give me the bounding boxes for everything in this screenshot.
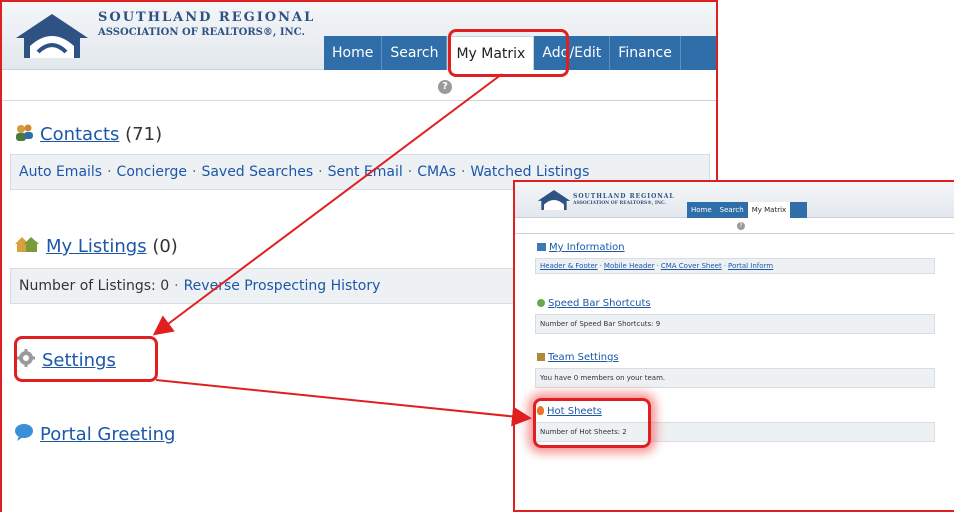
portal-greeting-title: Portal Greeting — [14, 422, 175, 445]
team-settings-title: Team Settings — [537, 352, 619, 363]
my-matrix-highlight — [448, 29, 569, 77]
separator: · — [599, 262, 602, 270]
separator: · — [723, 262, 726, 270]
mobile-header-link[interactable]: Mobile Header — [604, 262, 655, 270]
watched-listings-link[interactable]: Watched Listings — [470, 164, 589, 180]
my-listings-title: My Listings (0) — [14, 234, 178, 257]
reverse-prospecting-link[interactable]: Reverse Prospecting History — [184, 278, 381, 294]
inset-nav-search[interactable]: Search — [716, 202, 748, 218]
speed-bar-count: Number of Speed Bar Shortcuts: 9 — [540, 320, 661, 328]
separator: · — [460, 164, 466, 180]
separator: · — [656, 262, 659, 270]
speed-bar-title: Speed Bar Shortcuts — [537, 298, 651, 309]
hot-sheets-highlight — [533, 398, 651, 448]
contacts-count: (71) — [125, 124, 163, 145]
inset-nav-home[interactable]: Home — [687, 202, 716, 218]
sub-toolbar — [2, 71, 716, 101]
speed-bar-bar: Number of Speed Bar Shortcuts: 9 — [535, 314, 935, 334]
auto-emails-link[interactable]: Auto Emails — [19, 164, 102, 180]
separator: · — [191, 164, 197, 180]
my-listings-count: (0) — [152, 236, 178, 257]
my-information-link[interactable]: My Information — [549, 242, 625, 253]
separator: · — [107, 164, 112, 180]
nav-home[interactable]: Home — [324, 36, 383, 70]
logo-line2: ASSOCIATION OF REALTORS®, INC. — [98, 27, 305, 38]
my-information-icon — [537, 243, 546, 251]
sent-email-link[interactable]: Sent Email — [328, 164, 403, 180]
inset-nav-my-matrix[interactable]: My Matrix — [747, 202, 791, 218]
contacts-title: Contacts (71) — [14, 122, 162, 145]
speed-bar-link[interactable]: Speed Bar Shortcuts — [548, 298, 651, 309]
separator: · — [174, 278, 179, 294]
speed-bar-icon — [537, 299, 545, 307]
inset-divider — [515, 233, 954, 234]
inset-screenshot-panel: SOUTHLAND REGIONAL ASSOCIATION OF REALTO… — [513, 180, 954, 512]
inset-house-logo-icon — [537, 190, 571, 210]
my-information-title: My Information — [537, 242, 625, 253]
team-settings-icon — [537, 353, 545, 361]
separator: · — [407, 164, 413, 180]
divider — [458, 100, 716, 101]
my-listings-icon — [15, 237, 39, 252]
house-logo-icon — [16, 14, 88, 58]
logo-line1: SOUTHLAND REGIONAL — [98, 10, 316, 25]
header-bar: SOUTHLAND REGIONAL ASSOCIATION OF REALTO… — [2, 2, 716, 70]
contacts-icon — [16, 124, 33, 141]
separator: · — [318, 164, 323, 180]
cma-cover-sheet-link[interactable]: CMA Cover Sheet — [661, 262, 722, 270]
number-of-listings: Number of Listings: 0 — [19, 278, 170, 294]
inset-header: SOUTHLAND REGIONAL ASSOCIATION OF REALTO… — [515, 182, 954, 218]
my-listings-bar: Number of Listings: 0 · Reverse Prospecti… — [10, 268, 514, 304]
inset-logo-line1: SOUTHLAND REGIONAL — [573, 193, 675, 200]
concierge-link[interactable]: Concierge — [117, 164, 187, 180]
settings-highlight — [14, 336, 158, 382]
my-listings-link[interactable]: My Listings — [46, 236, 147, 257]
inset-help-icon[interactable]: ? — [737, 222, 745, 230]
team-members-count: You have 0 members on your team. — [540, 374, 666, 382]
nav-search[interactable]: Search — [382, 36, 448, 70]
portal-information-link[interactable]: Portal Inform — [728, 262, 773, 270]
my-information-bar: Header & Footer · Mobile Header · CMA Cove… — [535, 258, 935, 274]
help-icon[interactable]: ? — [438, 80, 452, 94]
team-settings-bar: You have 0 members on your team. — [535, 368, 935, 388]
saved-searches-link[interactable]: Saved Searches — [201, 164, 313, 180]
cmas-link[interactable]: CMAs — [417, 164, 456, 180]
inset-logo-line2: ASSOCIATION OF REALTORS®, INC. — [573, 201, 667, 206]
inset-nav: Home Search My Matrix — [687, 202, 807, 218]
nav-finance[interactable]: Finance — [610, 36, 681, 70]
team-settings-link[interactable]: Team Settings — [548, 352, 619, 363]
header-footer-link[interactable]: Header & Footer — [540, 262, 598, 270]
portal-greeting-bubble-icon — [15, 424, 33, 441]
portal-greeting-link[interactable]: Portal Greeting — [40, 424, 175, 445]
contacts-link[interactable]: Contacts — [40, 124, 119, 145]
